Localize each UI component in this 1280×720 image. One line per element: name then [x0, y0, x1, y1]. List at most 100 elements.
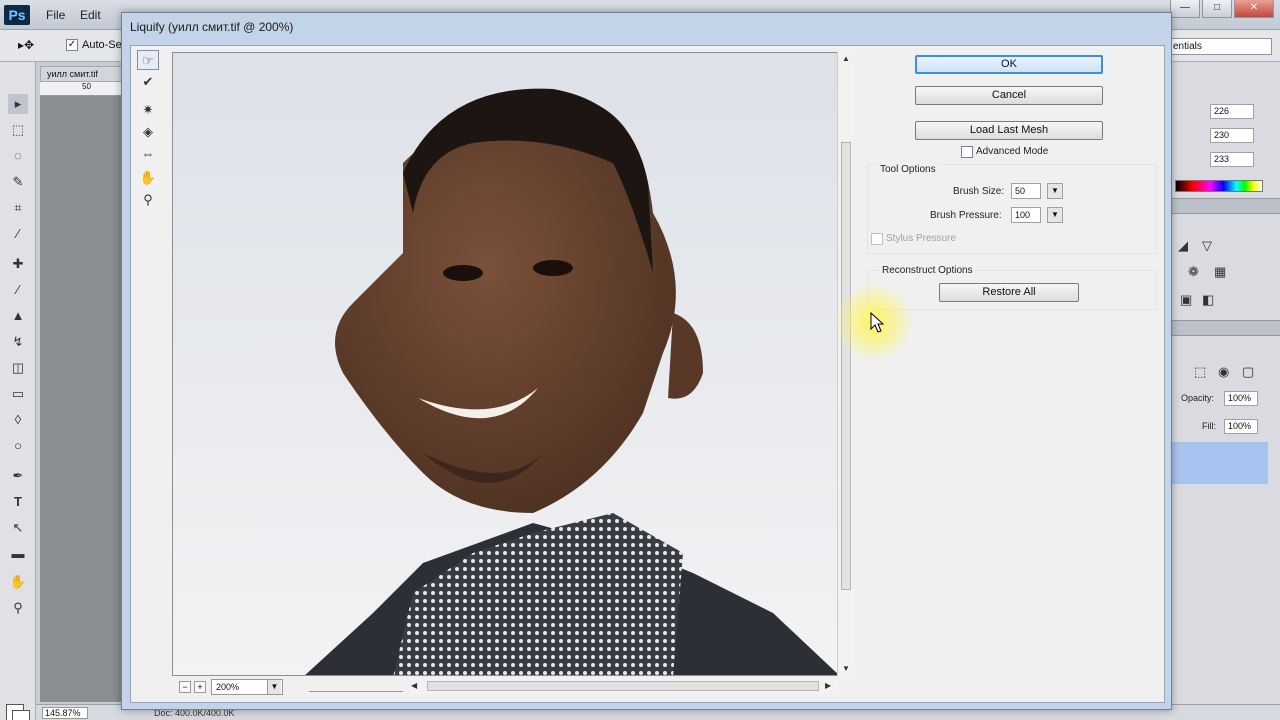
marquee-tool-icon[interactable]: ⬚ — [8, 120, 28, 140]
path-select-tool-icon[interactable]: ↖ — [8, 518, 28, 538]
pen-tool-icon[interactable]: ✒ — [8, 466, 28, 486]
bloat-tool-icon[interactable]: ◈ — [137, 122, 159, 142]
auto-select-option[interactable]: ✓ Auto-Se — [66, 39, 122, 51]
mouse-pointer-icon — [870, 312, 885, 333]
ok-button[interactable]: OK — [915, 55, 1103, 74]
restore-all-button[interactable]: Restore All — [939, 283, 1079, 302]
scroll-down-icon[interactable]: ▼ — [842, 664, 850, 673]
workspace-select[interactable]: entials — [1168, 38, 1272, 55]
stylus-pressure-checkbox[interactable] — [871, 233, 883, 245]
status-zoom-field[interactable]: 145.87% — [42, 707, 88, 719]
horizontal-scroll-thumb[interactable] — [427, 681, 819, 691]
push-left-tool-icon[interactable]: ⇔ — [137, 144, 159, 164]
layers-panel-header — [1172, 320, 1280, 336]
left-eye — [443, 265, 483, 281]
lock-all-icon[interactable]: ▢ — [1242, 364, 1254, 380]
type-tool-icon[interactable]: T — [8, 492, 28, 512]
preview-image — [173, 53, 851, 675]
eraser-tool-icon[interactable]: ◫ — [8, 358, 28, 378]
toolbox: ▸ ⬚ ◌ ✎ ⌗ ⁄ ✚ ∕ ▲ ↯ ◫ ▭ ◊ ○ ✒ T ↖ ▬ ✋ ⚲ — [0, 62, 36, 720]
healing-tool-icon[interactable]: ✚ — [8, 254, 28, 274]
opacity-field[interactable]: 100% — [1224, 391, 1258, 406]
brush-pressure-field[interactable]: 100 — [1011, 207, 1041, 223]
brush-pressure-dropdown-icon[interactable]: ▼ — [1047, 207, 1063, 223]
blur-tool-icon[interactable]: ◊ — [8, 410, 28, 430]
zoom-tool-icon[interactable]: ⚲ — [137, 190, 159, 210]
advanced-mode-checkbox[interactable] — [961, 146, 973, 158]
zoom-in-button[interactable]: + — [194, 681, 206, 693]
dodge-tool-icon[interactable]: ○ — [8, 436, 28, 456]
move-tool-icon[interactable]: ▸ — [8, 94, 28, 114]
zoom-out-button[interactable]: − — [179, 681, 191, 693]
pucker-tool-icon[interactable]: ✷ — [137, 100, 159, 120]
color-ramp[interactable] — [1175, 180, 1263, 192]
zoom-dropdown-icon[interactable]: ▼ — [267, 680, 281, 694]
auto-select-label: Auto-Se — [82, 39, 122, 51]
menu-file[interactable]: File — [46, 8, 65, 22]
reconstruct-options-heading: Reconstruct Options — [880, 265, 975, 276]
threshold-icon[interactable]: ◧ — [1202, 292, 1214, 308]
stamp-tool-icon[interactable]: ▲ — [8, 306, 28, 326]
adjustments-panel-header — [1172, 198, 1280, 214]
zoom-value: 200% — [216, 682, 240, 692]
zoom-slider-track[interactable] — [309, 680, 403, 692]
opacity-label: Opacity: — [1181, 393, 1215, 403]
filter-icon[interactable]: ◉ — [1218, 364, 1229, 380]
load-last-mesh-button[interactable]: Load Last Mesh — [915, 121, 1103, 140]
selected-layer-row[interactable] — [1172, 442, 1268, 484]
liquify-preview[interactable] — [172, 52, 852, 676]
color-lookup-icon[interactable]: ▦ — [1214, 264, 1226, 280]
gradient-tool-icon[interactable]: ▭ — [8, 384, 28, 404]
color-field-2[interactable]: 230 — [1210, 128, 1254, 143]
fill-field[interactable]: 100% — [1224, 419, 1258, 434]
history-brush-tool-icon[interactable]: ↯ — [8, 332, 28, 352]
document-tab[interactable]: уилл смит.tif — [40, 66, 124, 82]
advanced-mode-label: Advanced Mode — [976, 146, 1049, 157]
brush-size-dropdown-icon[interactable]: ▼ — [1047, 183, 1063, 199]
scroll-right-icon[interactable]: ▶ — [825, 681, 831, 690]
quick-select-tool-icon[interactable]: ✎ — [8, 172, 28, 192]
close-button[interactable]: ✕ — [1234, 0, 1274, 18]
move-tool-icon[interactable]: ▸✥ — [18, 38, 34, 52]
hand-tool-icon[interactable]: ✋ — [8, 572, 28, 592]
lasso-tool-icon[interactable]: ◌ — [8, 146, 28, 166]
brush-pressure-label: Brush Pressure: — [930, 210, 1002, 221]
photoshop-logo: Ps — [4, 5, 30, 25]
scroll-left-icon[interactable]: ◀ — [411, 681, 417, 690]
liquify-toolbar: ☞ ✔ ✷ ◈ ⇔ ✋ ⚲ — [135, 50, 161, 220]
channel-mixer-icon[interactable]: ❁ — [1188, 264, 1199, 280]
tool-options-heading: Tool Options — [878, 164, 938, 175]
menu-edit[interactable]: Edit — [80, 8, 101, 22]
color-field-1[interactable]: 226 — [1210, 104, 1254, 119]
scroll-up-icon[interactable]: ▲ — [842, 54, 850, 63]
reconstruct-tool-icon[interactable]: ✔ — [137, 72, 159, 92]
eyedropper-tool-icon[interactable]: ⁄ — [8, 224, 28, 244]
hand-tool-icon[interactable]: ✋ — [137, 168, 159, 188]
posterize-icon[interactable]: ▣ — [1180, 292, 1192, 308]
vertical-scroll-thumb[interactable] — [841, 142, 851, 590]
preview-vertical-scrollbar[interactable]: ▲ ▼ — [837, 52, 853, 676]
gradient-map-icon[interactable]: ▽ — [1202, 238, 1212, 254]
crop-tool-icon[interactable]: ⌗ — [8, 198, 28, 218]
zoom-tool-icon[interactable]: ⚲ — [8, 598, 28, 618]
brush-tool-icon[interactable]: ∕ — [8, 280, 28, 300]
preview-horizontal-scrollbar[interactable]: ◀ ▶ — [409, 678, 837, 694]
forward-warp-tool-icon[interactable]: ☞ — [137, 50, 159, 70]
right-eye — [533, 260, 573, 276]
background-color-swatch[interactable] — [12, 710, 30, 720]
brush-size-field[interactable]: 50 — [1011, 183, 1041, 199]
auto-select-checkbox[interactable]: ✓ — [66, 39, 78, 51]
liquify-dialog: Liquify (уилл смит.tif @ 200%) ☞ ✔ ✷ ◈ ⇔… — [121, 12, 1172, 710]
minimize-button[interactable]: — — [1170, 0, 1200, 18]
cancel-button[interactable]: Cancel — [915, 86, 1103, 105]
levels-icon[interactable]: ◢ — [1178, 238, 1188, 254]
window-controls: — □ ✕ — [1170, 0, 1274, 18]
color-field-3[interactable]: 233 — [1210, 152, 1254, 167]
shape-tool-icon[interactable]: ▬ — [8, 544, 28, 564]
lock-icon[interactable]: ⬚ — [1194, 364, 1206, 380]
horizontal-ruler: 50 — [40, 82, 124, 96]
liquify-dialog-body: ☞ ✔ ✷ ◈ ⇔ ✋ ⚲ ▲ ▼ − + 200% ▼ ◀ ▶ OK Canc… — [130, 45, 1165, 703]
maximize-button[interactable]: □ — [1202, 0, 1232, 18]
liquify-dialog-title: Liquify (уилл смит.tif @ 200%) — [130, 20, 294, 34]
fill-label: Fill: — [1202, 421, 1216, 431]
